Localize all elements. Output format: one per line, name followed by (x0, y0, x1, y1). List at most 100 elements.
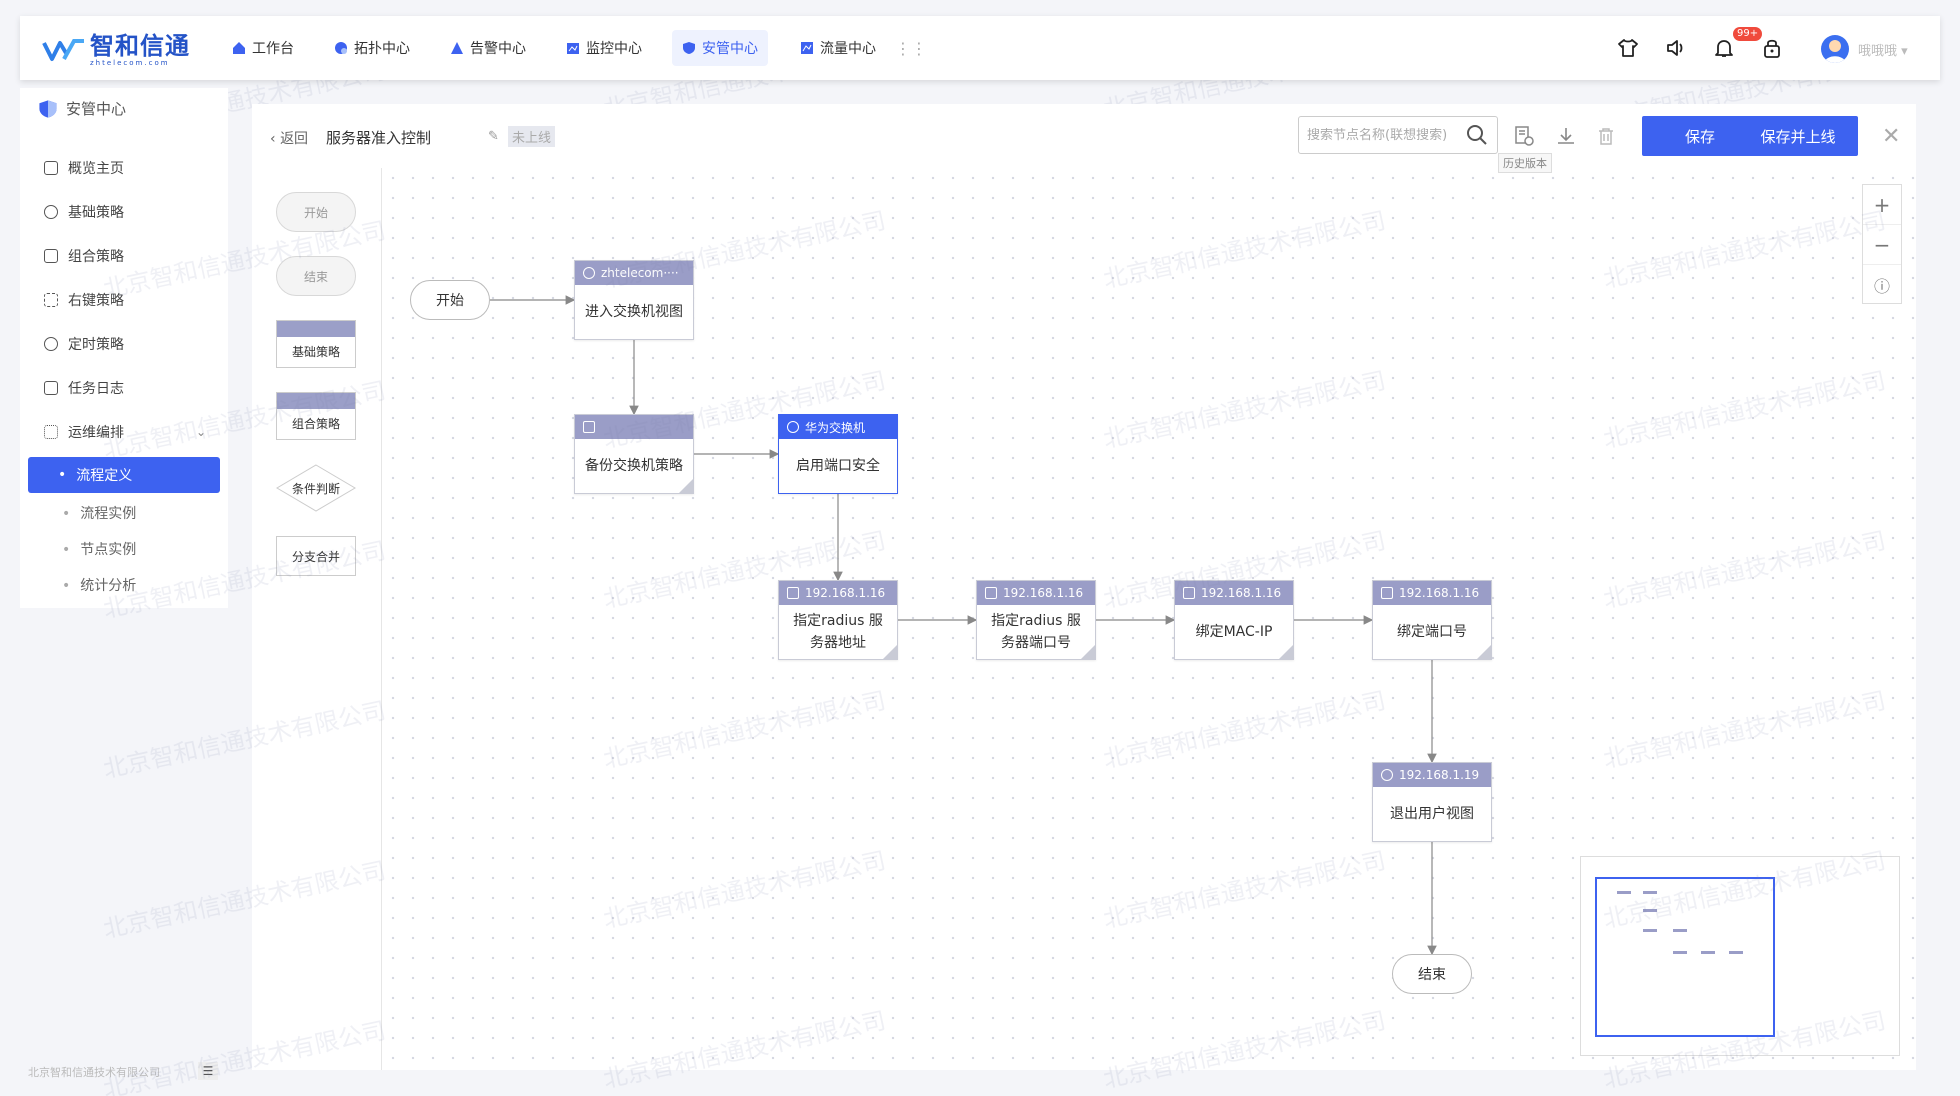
sidebar-item-overview[interactable]: 概览主页 (44, 158, 124, 178)
apps-grid-button[interactable]: ⋮⋮ (885, 30, 937, 66)
user-menu[interactable]: 哦哦哦 ▾ (1858, 40, 1908, 59)
zoom-controls: + − ⓘ (1862, 184, 1902, 304)
sidebar-subitem-node-instance[interactable]: 节点实例 (62, 539, 136, 559)
minimap-node (1729, 951, 1743, 954)
palette-combo-policy[interactable]: 组合策略 (276, 392, 356, 440)
history-button[interactable] (1512, 124, 1536, 148)
info-circle-icon: ⓘ (1873, 277, 1890, 296)
flow-node-enter-switch-view[interactable]: zhtelecom···· 进入交换机视图 (574, 260, 694, 340)
history-icon (1515, 126, 1534, 146)
brand-name: 智和信通 (90, 31, 190, 60)
bell-icon (1715, 40, 1733, 57)
combo-icon (1381, 587, 1393, 599)
company-footer: 北京智和信通技术有限公司 (28, 1066, 160, 1079)
logo[interactable]: 智和信通 zhtelecom.com (42, 30, 192, 70)
lock-button[interactable] (1758, 34, 1786, 62)
minimap[interactable] (1580, 856, 1900, 1056)
flow-node-exit-user-view[interactable]: 192.168.1.19 退出用户视图 (1372, 762, 1492, 842)
topology-icon (335, 42, 347, 54)
sidebar-item-task-log[interactable]: 任务日志 (44, 378, 124, 398)
palette-merge[interactable]: 分支合并 (276, 536, 356, 576)
document-icon (44, 381, 58, 395)
speaker-icon (1667, 40, 1683, 56)
combo-icon (583, 421, 595, 433)
flow-end-node[interactable]: 结束 (1392, 954, 1472, 994)
flow-node-enable-port-security[interactable]: 华为交换机 启用端口安全 (778, 414, 898, 494)
page-title: 服务器准入控制 (326, 129, 432, 147)
sidebar-item-rightclick-policy[interactable]: 右键策略 (44, 290, 124, 310)
shield-icon (683, 42, 695, 54)
close-icon: ✕ (1882, 124, 1901, 149)
palette-condition[interactable]: 条件判断 (276, 464, 356, 512)
brand-domain: zhtelecom.com (90, 58, 170, 67)
flow-node-radius-server-address[interactable]: 192.168.1.16 指定radius 服务器地址 (778, 580, 898, 660)
palette-start[interactable]: 开始 (276, 192, 356, 232)
combo-icon (985, 587, 997, 599)
avatar[interactable] (1821, 35, 1849, 63)
sidebar-item-basic-policy[interactable]: 基础策略 (44, 202, 124, 222)
zoom-in-button[interactable]: + (1863, 185, 1901, 225)
fit-view-button[interactable]: ⓘ (1863, 265, 1901, 305)
minimap-node (1643, 929, 1657, 932)
gear-icon (787, 421, 799, 433)
nav-flow[interactable]: 流量中心 (790, 30, 886, 66)
back-button[interactable]: ‹ 返回 (270, 128, 308, 148)
palette-end[interactable]: 结束 (276, 256, 356, 296)
home-icon (44, 161, 58, 175)
download-icon (1558, 128, 1574, 144)
shield-icon (39, 99, 57, 118)
chevron-down-icon: ⌄ (196, 425, 207, 439)
nav-security[interactable]: 安管中心 (672, 30, 768, 66)
lock-icon (1764, 39, 1780, 58)
orchestration-icon (44, 425, 58, 439)
sidebar-title: 安管中心 (20, 98, 126, 119)
trash-icon (1599, 128, 1613, 145)
collapse-icon: ☰ (202, 1064, 214, 1078)
delete-button[interactable] (1594, 124, 1618, 148)
flow-node-radius-server-port[interactable]: 192.168.1.16 指定radius 服务器端口号 (976, 580, 1096, 660)
nav-topology[interactable]: 拓扑中心 (324, 30, 420, 66)
monitor-icon (567, 43, 579, 54)
flow-node-backup-switch-policy[interactable]: 备份交换机策略 (574, 414, 694, 494)
minimap-node (1673, 929, 1687, 932)
combo-icon (44, 249, 58, 263)
sound-button[interactable] (1662, 34, 1690, 62)
gear-icon (44, 205, 58, 219)
minimap-viewport[interactable] (1595, 877, 1775, 1037)
flow-node-bind-mac-ip[interactable]: 192.168.1.16 绑定MAC-IP (1174, 580, 1294, 660)
zoom-out-button[interactable]: − (1863, 225, 1901, 265)
chevron-left-icon: ‹ (270, 131, 276, 147)
collapse-sidebar-button[interactable]: ☰ (198, 1062, 218, 1080)
palette-basic-policy[interactable]: 基础策略 (276, 320, 356, 368)
sidebar-item-orchestration[interactable]: 运维编排 ⌄ (44, 422, 206, 442)
sidebar-subitem-flow-instance[interactable]: 流程实例 (62, 503, 136, 523)
pencil-icon: ✎ (488, 129, 499, 144)
node-palette (252, 168, 382, 1070)
status-badge: 未上线 (508, 126, 556, 147)
close-button[interactable]: ✕ (1882, 124, 1900, 149)
flow-start-node[interactable]: 开始 (410, 280, 490, 320)
caret-down-icon: ▾ (1901, 44, 1908, 59)
nav-monitor[interactable]: 监控中心 (556, 30, 652, 66)
gear-icon (583, 267, 595, 279)
edit-title-button[interactable]: ✎ (488, 129, 499, 144)
sidebar-subitem-flow-definition[interactable]: 流程定义 (28, 457, 220, 493)
minus-icon: − (1873, 232, 1891, 257)
grid-icon: ⋮⋮ (895, 38, 927, 58)
sidebar-item-combo-policy[interactable]: 组合策略 (44, 246, 124, 266)
combo-icon (787, 587, 799, 599)
nav-alarm[interactable]: 告警中心 (440, 30, 536, 66)
tshirt-button[interactable] (1614, 34, 1642, 62)
flow-node-bind-port[interactable]: 192.168.1.16 绑定端口号 (1372, 580, 1492, 660)
node-search[interactable] (1298, 116, 1498, 154)
minimap-node (1643, 891, 1657, 894)
search-input[interactable] (1307, 127, 1457, 143)
clock-icon (44, 337, 58, 351)
nav-workbench[interactable]: 工作台 (222, 30, 304, 66)
sidebar-subitem-statistics[interactable]: 统计分析 (62, 575, 136, 595)
save-and-online-button[interactable]: 保存并上线 (1738, 116, 1858, 156)
download-button[interactable] (1554, 124, 1578, 148)
sidebar-item-scheduled-policy[interactable]: 定时策略 (44, 334, 124, 354)
search-icon[interactable] (1465, 123, 1489, 147)
user-avatar-icon (1824, 40, 1846, 63)
